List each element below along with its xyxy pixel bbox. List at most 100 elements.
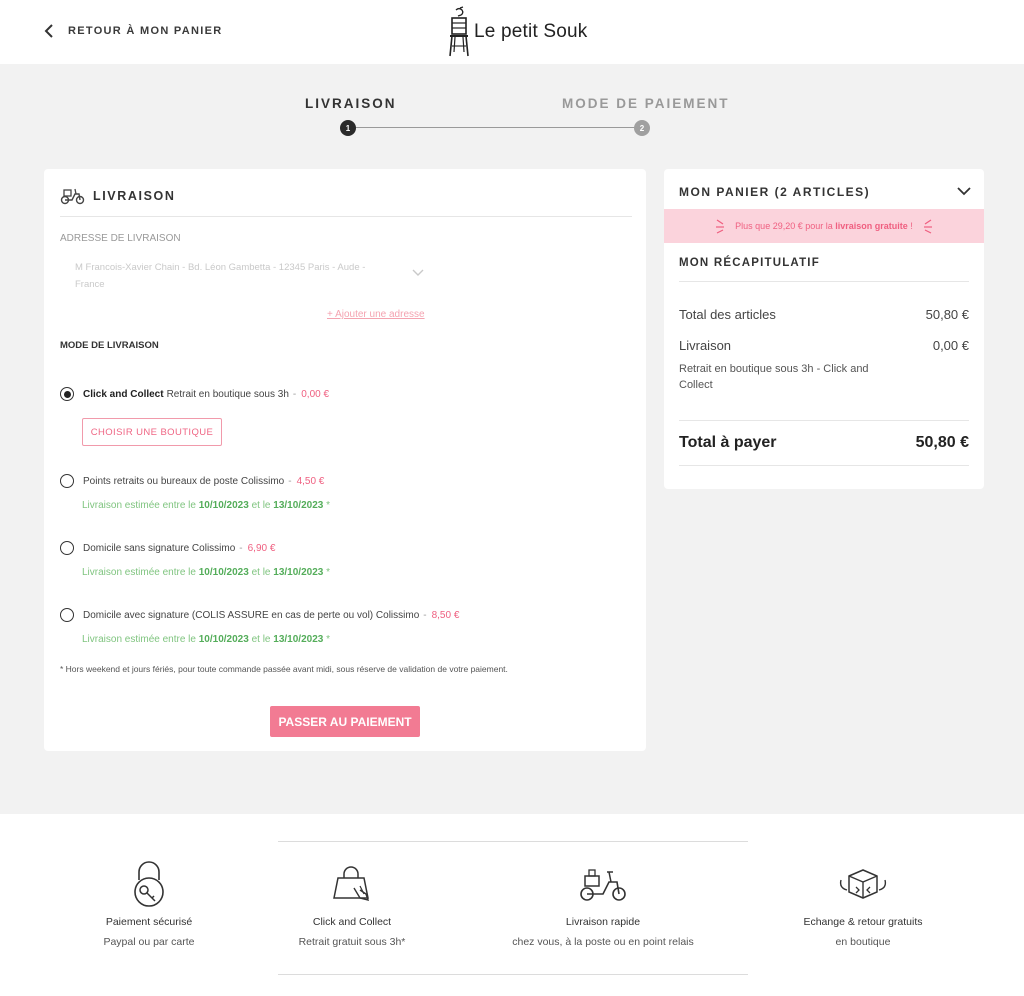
logo-text: Le petit Souk [474,21,588,42]
proceed-to-payment-button[interactable]: PASSER AU PAIEMENT [270,706,420,737]
checkout-stepper: LIVRAISON MODE DE PAIEMENT 1 2 [0,64,1024,154]
delivery-card: LIVRAISON ADRESSE DE LIVRAISON M Francoi… [44,169,646,751]
estimate-mid: et le [251,500,271,511]
chevron-down-icon[interactable] [957,187,971,196]
option-price: 4,50 € [296,475,325,487]
estimate-prefix: Livraison estimée entre le [82,634,196,645]
delivery-estimate: Livraison estimée entre le 10/10/2023 et… [82,567,330,578]
option-name: Click and Collect [83,388,164,400]
delivery-option-home-signature[interactable]: Domicile avec signature (COLIS ASSURE en… [60,608,459,622]
feature-subtitle: en boutique [835,936,891,948]
back-to-cart-label: RETOUR À MON PANIER [68,25,223,37]
option-price: 6,90 € [247,542,276,554]
estimate-mid: et le [251,567,271,578]
feature-subtitle: chez vous, à la poste ou en point relais [512,936,694,948]
feature-free-exchange: Echange & retour gratuits en boutique [743,858,983,948]
cart-summary-card: MON PANIER (2 ARTICLES) Plus que 29,20 €… [664,169,984,489]
cart-title: MON PANIER (2 ARTICLES) [679,185,871,199]
radio-unselected[interactable] [60,541,74,555]
address-line-2: France [75,279,105,290]
add-address-link[interactable]: + Ajouter une adresse [327,309,425,320]
free-shipping-banner: Plus que 29,20 € pour la livraison gratu… [664,209,984,243]
estimate-prefix: Livraison estimée entre le [82,567,196,578]
feature-fast-delivery: Livraison rapide chez vous, à la poste o… [483,858,723,948]
radio-selected[interactable] [60,387,74,401]
exchange-box-icon [839,869,887,899]
estimate-suffix: * [326,634,331,645]
stepper-line [348,127,642,128]
shipping-row: Livraison 0,00 € [679,338,969,353]
delivery-title: LIVRAISON [93,189,176,203]
feature-subtitle: Retrait gratuit sous 3h* [298,936,406,948]
reassurance-footer: Paiement sécurisé Paypal ou par carte Cl… [0,814,1024,996]
promo-suffix: ! [910,221,913,231]
shipping-detail: Retrait en boutique sous 3h - Click and … [679,363,869,391]
address-label: ADRESSE DE LIVRAISON [60,233,181,244]
total-value: 50,80 € [915,434,969,451]
site-logo[interactable]: Le petit Souk [446,6,588,58]
back-to-cart-link[interactable]: RETOUR À MON PANIER [44,24,222,38]
sparkle-right-icon [923,219,932,234]
price-separator: - [288,475,292,487]
price-separator: - [423,609,427,621]
step-delivery-label: LIVRAISON [305,96,397,111]
feature-click-collect: Click and Collect Retrait gratuit sous 3… [232,858,472,948]
delivery-option-click-collect[interactable]: Click and Collect Retrait en boutique so… [60,387,329,401]
bottom-divider [679,465,969,466]
scooter-delivery-icon [580,869,626,901]
option-desc: Points retraits ou bureaux de poste Coli… [83,475,285,487]
total-label: Total à payer [679,434,777,451]
total-articles-label: Total des articles [679,307,776,322]
estimate-prefix: Livraison estimée entre le [82,500,196,511]
estimate-from: 10/10/2023 [198,634,249,645]
step-2-dot: 2 [634,120,650,136]
promo-prefix: Plus que 29,20 € pour la [735,221,833,231]
feature-title: Click and Collect [312,916,392,928]
top-bar: RETOUR À MON PANIER Le petit Souk [0,0,1024,64]
recap-title: MON RÉCAPITULATIF [679,257,820,269]
choose-shop-button[interactable]: CHOISIR UNE BOUTIQUE [82,418,222,446]
option-desc: Domicile avec signature (COLIS ASSURE en… [83,609,420,621]
chevron-left-icon [44,24,53,38]
shipping-label: Livraison [679,338,732,353]
estimate-to: 13/10/2023 [273,567,324,578]
option-price: 0,00 € [301,388,330,400]
delivery-option-home-no-signature[interactable]: Domicile sans signature Colissimo - 6,90… [60,541,275,555]
delivery-estimate: Livraison estimée entre le 10/10/2023 et… [82,634,330,645]
footer-top-line [278,841,748,842]
estimate-mid: et le [251,634,271,645]
chevron-down-icon [412,269,424,276]
delivery-estimate: Livraison estimée entre le 10/10/2023 et… [82,500,330,511]
estimate-to: 13/10/2023 [273,634,324,645]
total-row: Total à payer 50,80 € [679,434,969,452]
total-articles-value: 50,80 € [925,307,969,322]
option-desc: Domicile sans signature Colissimo [83,542,236,554]
shipping-value: 0,00 € [932,338,969,353]
estimate-from: 10/10/2023 [198,567,249,578]
recap-divider [679,281,969,282]
address-select[interactable]: M Francois-Xavier Chain - Bd. Léon Gambe… [60,252,432,298]
estimate-suffix: * [326,567,331,578]
chair-logo-icon [449,6,469,57]
estimate-suffix: * [326,500,331,511]
estimate-to: 13/10/2023 [273,500,324,511]
delivery-divider [60,216,632,217]
footer-bottom-line [278,974,748,975]
delivery-option-relay[interactable]: Points retraits ou bureaux de poste Coli… [60,474,324,488]
price-separator: - [239,542,243,554]
total-articles-row: Total des articles 50,80 € [679,307,969,322]
price-separator: - [292,388,297,400]
radio-unselected[interactable] [60,474,74,488]
padlock-key-icon [134,861,164,907]
option-price: 8,50 € [431,609,460,621]
feature-title: Livraison rapide [565,916,641,928]
total-divider [679,420,969,421]
delivery-card-title: LIVRAISON [60,187,175,205]
promo-bold: livraison gratuite [835,221,908,231]
address-line-1: M Francois-Xavier Chain - Bd. Léon Gambe… [75,262,366,273]
shopping-bag-hand-icon [333,866,370,901]
step-1-dot: 1 [340,120,356,136]
radio-unselected[interactable] [60,608,74,622]
delivery-scooter-icon [60,188,85,205]
sparkle-left-icon [716,219,725,234]
